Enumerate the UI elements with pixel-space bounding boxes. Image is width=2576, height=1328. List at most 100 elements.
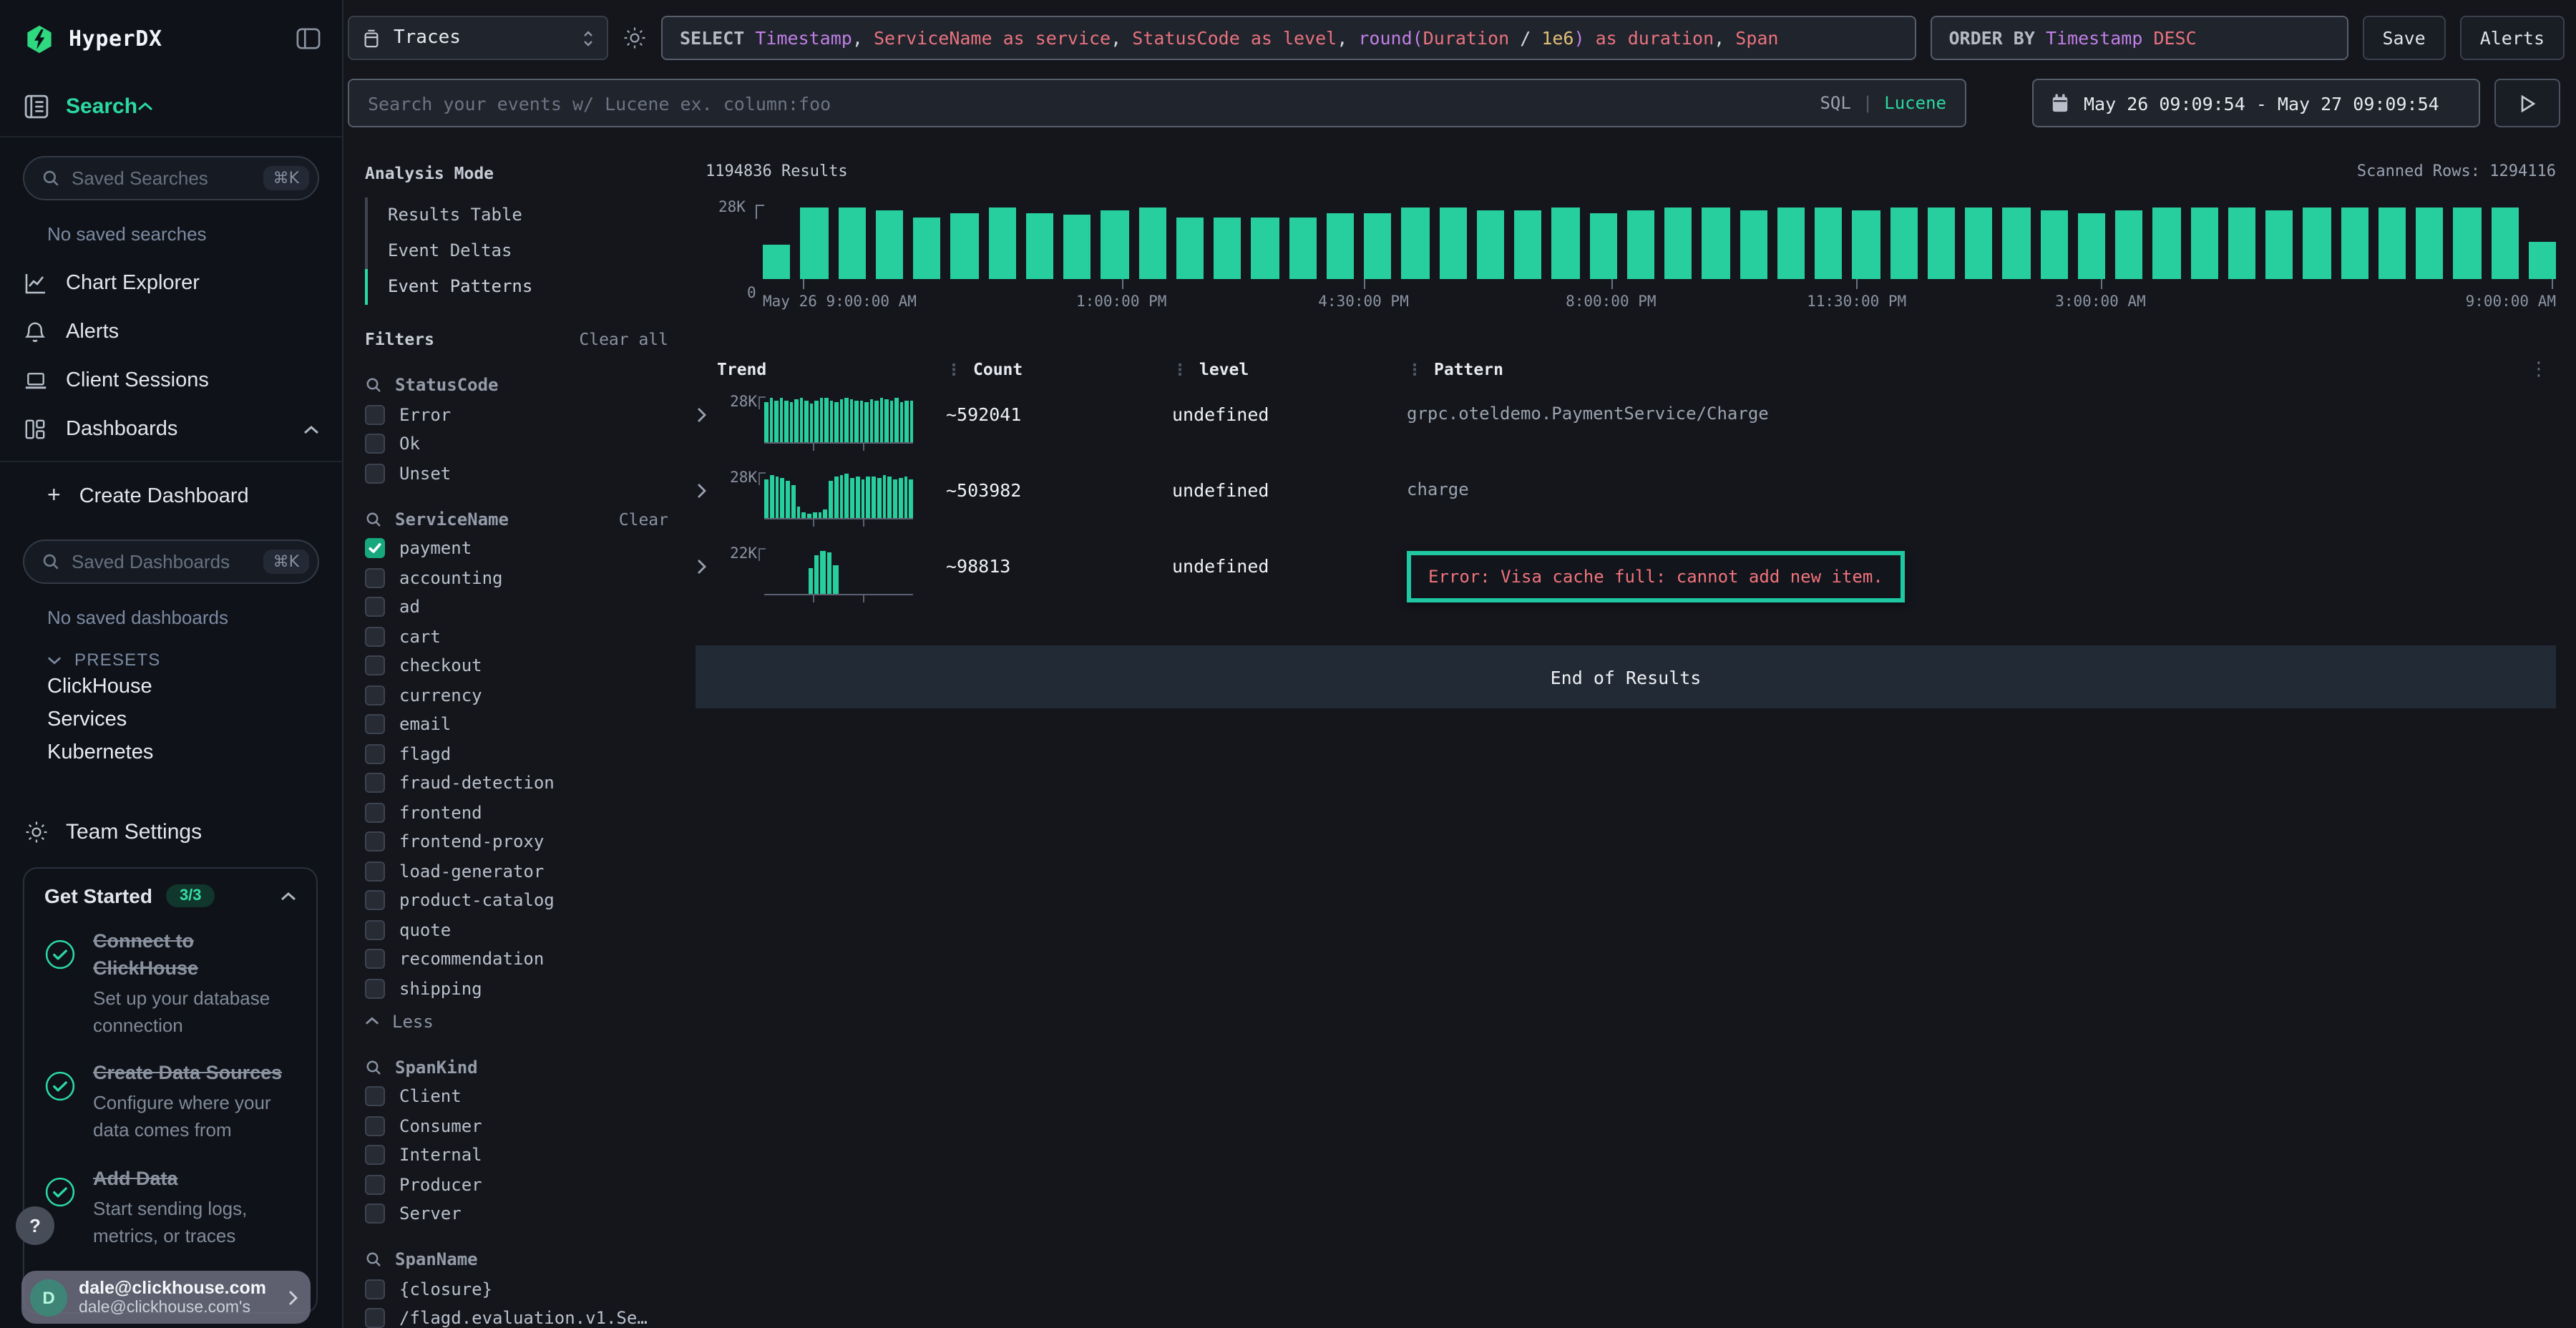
- order-by-editor[interactable]: ORDER BY Timestamp DESC: [1930, 16, 2348, 60]
- filter-option[interactable]: email: [365, 714, 691, 734]
- histogram-bar[interactable]: [2265, 210, 2293, 279]
- checkbox[interactable]: [365, 831, 385, 851]
- histogram-bar[interactable]: [763, 245, 791, 279]
- column-header-pattern[interactable]: ⋮Pattern: [1407, 359, 2522, 379]
- filter-option[interactable]: product-catalog: [365, 890, 691, 910]
- filter-option[interactable]: /flagd.evaluation.v1.Se…: [365, 1308, 691, 1328]
- column-header-count[interactable]: ⋮Count: [946, 359, 1172, 379]
- checkbox[interactable]: [365, 626, 385, 646]
- show-less-toggle[interactable]: Less: [365, 1011, 691, 1031]
- histogram-bar[interactable]: [1439, 208, 1467, 279]
- histogram-bar[interactable]: [876, 210, 904, 279]
- row-expand-chevron[interactable]: [696, 545, 717, 575]
- histogram-bar[interactable]: [1702, 208, 1730, 279]
- sidebar-item-dashboards[interactable]: Dashboards: [0, 405, 342, 454]
- checkbox[interactable]: [365, 802, 385, 822]
- run-query-button[interactable]: [2494, 79, 2560, 127]
- create-dashboard-button[interactable]: + Create Dashboard: [0, 472, 342, 521]
- checkbox[interactable]: [365, 434, 385, 454]
- checkbox[interactable]: [365, 919, 385, 939]
- checkbox[interactable]: [365, 949, 385, 969]
- histogram-bar[interactable]: [1853, 210, 1880, 279]
- checkbox[interactable]: [365, 1145, 385, 1165]
- histogram-bar[interactable]: [1740, 210, 1767, 279]
- histogram-bar[interactable]: [1928, 208, 1956, 279]
- table-row[interactable]: 28K~592041undefinedgrpc.oteldemo.Payment…: [696, 385, 2556, 461]
- sidebar-item-client-sessions[interactable]: Client Sessions: [0, 356, 342, 405]
- sql-select-editor[interactable]: SELECT Timestamp, ServiceName as service…: [661, 16, 1916, 60]
- alerts-button[interactable]: Alerts: [2460, 16, 2565, 60]
- highlighted-error-pattern[interactable]: Error: Visa cache full: cannot add new i…: [1407, 551, 1905, 602]
- search-input[interactable]: [368, 92, 1808, 114]
- sidebar-item-alerts[interactable]: Alerts: [0, 308, 342, 356]
- column-header-level[interactable]: ⋮level: [1172, 359, 1407, 379]
- checkbox[interactable]: [365, 567, 385, 587]
- user-menu[interactable]: D dale@clickhouse.com dale@clickhouse.co…: [21, 1271, 311, 1324]
- gear-icon[interactable]: [623, 26, 647, 50]
- checkbox[interactable]: [365, 404, 385, 424]
- histogram-bar[interactable]: [2040, 210, 2068, 279]
- filter-option[interactable]: Consumer: [365, 1115, 691, 1136]
- filter-option[interactable]: quote: [365, 919, 691, 939]
- filter-option[interactable]: load-generator: [365, 861, 691, 881]
- histogram-bar[interactable]: [913, 218, 941, 279]
- column-header-trend[interactable]: Trend: [717, 359, 946, 379]
- row-expand-chevron[interactable]: [696, 394, 717, 424]
- checkbox[interactable]: [365, 538, 385, 558]
- table-menu-icon[interactable]: ⋮: [2522, 358, 2556, 380]
- get-started-item[interactable]: Create Data SourcesConfigure where your …: [44, 1061, 296, 1145]
- preset-item-services[interactable]: Services: [0, 703, 342, 736]
- checkbox[interactable]: [365, 773, 385, 793]
- table-row[interactable]: 28K~503982undefinedcharge: [696, 461, 2556, 537]
- sql-toggle[interactable]: SQL: [1820, 93, 1850, 113]
- checkbox[interactable]: [365, 978, 385, 998]
- histogram-bar[interactable]: [2115, 210, 2143, 279]
- preset-item-kubernetes[interactable]: Kubernetes: [0, 736, 342, 768]
- histogram-bar[interactable]: [2303, 208, 2331, 279]
- histogram-bar[interactable]: [1138, 208, 1166, 279]
- checkbox[interactable]: [365, 1204, 385, 1224]
- histogram-bar[interactable]: [2190, 208, 2218, 279]
- histogram-bar[interactable]: [1514, 210, 1542, 279]
- date-range-picker[interactable]: May 26 09:09:54 - May 27 09:09:54: [2032, 79, 2480, 127]
- checkbox[interactable]: [365, 1279, 385, 1299]
- filter-option[interactable]: {closure}: [365, 1279, 691, 1299]
- resize-handle-icon[interactable]: ⋮: [1407, 360, 1421, 379]
- row-expand-chevron[interactable]: [696, 469, 717, 499]
- get-started-item[interactable]: Connect to ClickHouseSet up your databas…: [44, 929, 296, 1040]
- checkbox[interactable]: [365, 890, 385, 910]
- filter-option[interactable]: Client: [365, 1086, 691, 1106]
- filter-option[interactable]: shipping: [365, 978, 691, 998]
- filter-clear-button[interactable]: Clear: [619, 509, 668, 529]
- histogram-bar[interactable]: [2454, 208, 2482, 279]
- saved-searches-input[interactable]: Saved Searches ⌘K: [23, 156, 319, 200]
- histogram-bar[interactable]: [1552, 208, 1580, 279]
- histogram-bar[interactable]: [1364, 213, 1392, 279]
- histogram-bars[interactable]: [763, 205, 2556, 279]
- histogram-bar[interactable]: [2416, 208, 2444, 279]
- histogram-bar[interactable]: [1477, 210, 1505, 279]
- histogram-bar[interactable]: [1627, 210, 1655, 279]
- histogram-bar[interactable]: [2379, 208, 2406, 279]
- filter-option[interactable]: ad: [365, 597, 691, 617]
- sidebar-item-chart-explorer[interactable]: Chart Explorer: [0, 259, 342, 308]
- get-started-header[interactable]: Get Started 3/3: [44, 884, 296, 907]
- filter-option[interactable]: accounting: [365, 567, 691, 587]
- checkbox[interactable]: [365, 714, 385, 734]
- histogram-bar[interactable]: [2153, 208, 2181, 279]
- source-select[interactable]: Traces: [348, 16, 608, 60]
- checkbox[interactable]: [365, 861, 385, 881]
- histogram-bar[interactable]: [1176, 218, 1204, 279]
- saved-dashboards-input[interactable]: Saved Dashboards ⌘K: [23, 540, 319, 584]
- analysis-mode-results-table[interactable]: Results Table: [365, 197, 691, 233]
- get-started-item[interactable]: Add DataStart sending logs, metrics, or …: [44, 1166, 296, 1250]
- histogram-bar[interactable]: [1402, 208, 1430, 279]
- filter-option[interactable]: fraud-detection: [365, 773, 691, 793]
- histogram-bar[interactable]: [1289, 218, 1317, 279]
- resize-handle-icon[interactable]: ⋮: [1172, 360, 1186, 379]
- filter-option[interactable]: Unset: [365, 463, 691, 483]
- histogram-bar[interactable]: [838, 208, 866, 279]
- checkbox[interactable]: [365, 1086, 385, 1106]
- presets-toggle[interactable]: PRESETS: [47, 650, 319, 670]
- filter-option[interactable]: frontend: [365, 802, 691, 822]
